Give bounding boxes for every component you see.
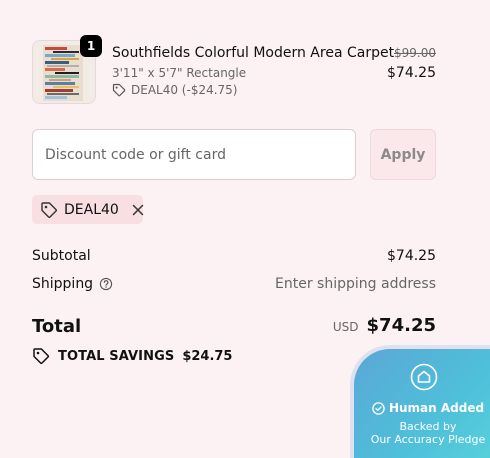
total-savings-value: $24.75 <box>182 348 233 364</box>
apply-button[interactable]: Apply <box>370 129 436 180</box>
pledge-subtitle: Backed by Our Accuracy Pledge <box>362 420 490 446</box>
product-title: Southfields Colorful Modern Area Carpet <box>112 45 395 61</box>
help-circle-icon[interactable] <box>99 277 113 291</box>
shipping-value: Enter shipping address <box>275 276 436 292</box>
applied-discount-code: DEAL40 <box>64 201 119 218</box>
product-discount: DEAL40 (-$24.75) <box>112 83 237 97</box>
subtotal-value: $74.25 <box>387 248 436 264</box>
close-icon[interactable] <box>131 203 145 217</box>
currency-code: USD <box>332 320 359 334</box>
total-amount: $74.25 <box>366 315 436 336</box>
discount-code-input[interactable] <box>32 129 356 180</box>
check-circle-icon <box>372 401 385 415</box>
tag-icon <box>32 347 50 365</box>
total-savings: TOTAL SAVINGS $24.75 <box>32 347 232 365</box>
product-thumbnail-wrapper: 1 <box>32 35 102 104</box>
subtotal-label: Subtotal <box>32 248 91 264</box>
accuracy-pledge-inner: Human Added Backed by Our Accuracy Pledg… <box>354 349 490 458</box>
product-discount-label: DEAL40 (-$24.75) <box>131 83 238 97</box>
quantity-badge: 1 <box>80 35 102 57</box>
line-item: 1 Southfields Colorful Modern Area Carpe… <box>32 35 436 104</box>
applied-discount-chip: DEAL40 <box>32 195 145 224</box>
tag-icon <box>112 83 126 97</box>
shipping-label: Shipping <box>32 276 94 292</box>
checkout-order-summary: 1 Southfields Colorful Modern Area Carpe… <box>0 0 490 458</box>
pledge-line-1: Backed by <box>399 420 457 433</box>
home-icon <box>410 363 438 391</box>
shipping-row-label: Shipping <box>32 276 113 292</box>
total-amount-group: USD $74.25 <box>333 315 436 336</box>
total-savings-label: TOTAL SAVINGS <box>58 348 175 364</box>
product-variant: 3'11" x 5'7" Rectangle <box>112 66 247 80</box>
tag-icon <box>40 201 58 219</box>
accuracy-pledge-badge[interactable]: Human Added Backed by Our Accuracy Pledg… <box>350 345 490 458</box>
original-price: $99.00 <box>394 46 436 60</box>
pledge-title: Human Added <box>388 401 485 415</box>
pledge-title-row: Human Added <box>368 401 488 415</box>
pledge-line-2: Our Accuracy Pledge <box>370 433 486 446</box>
total-label: Total <box>32 316 82 337</box>
current-price: $74.25 <box>387 65 436 81</box>
